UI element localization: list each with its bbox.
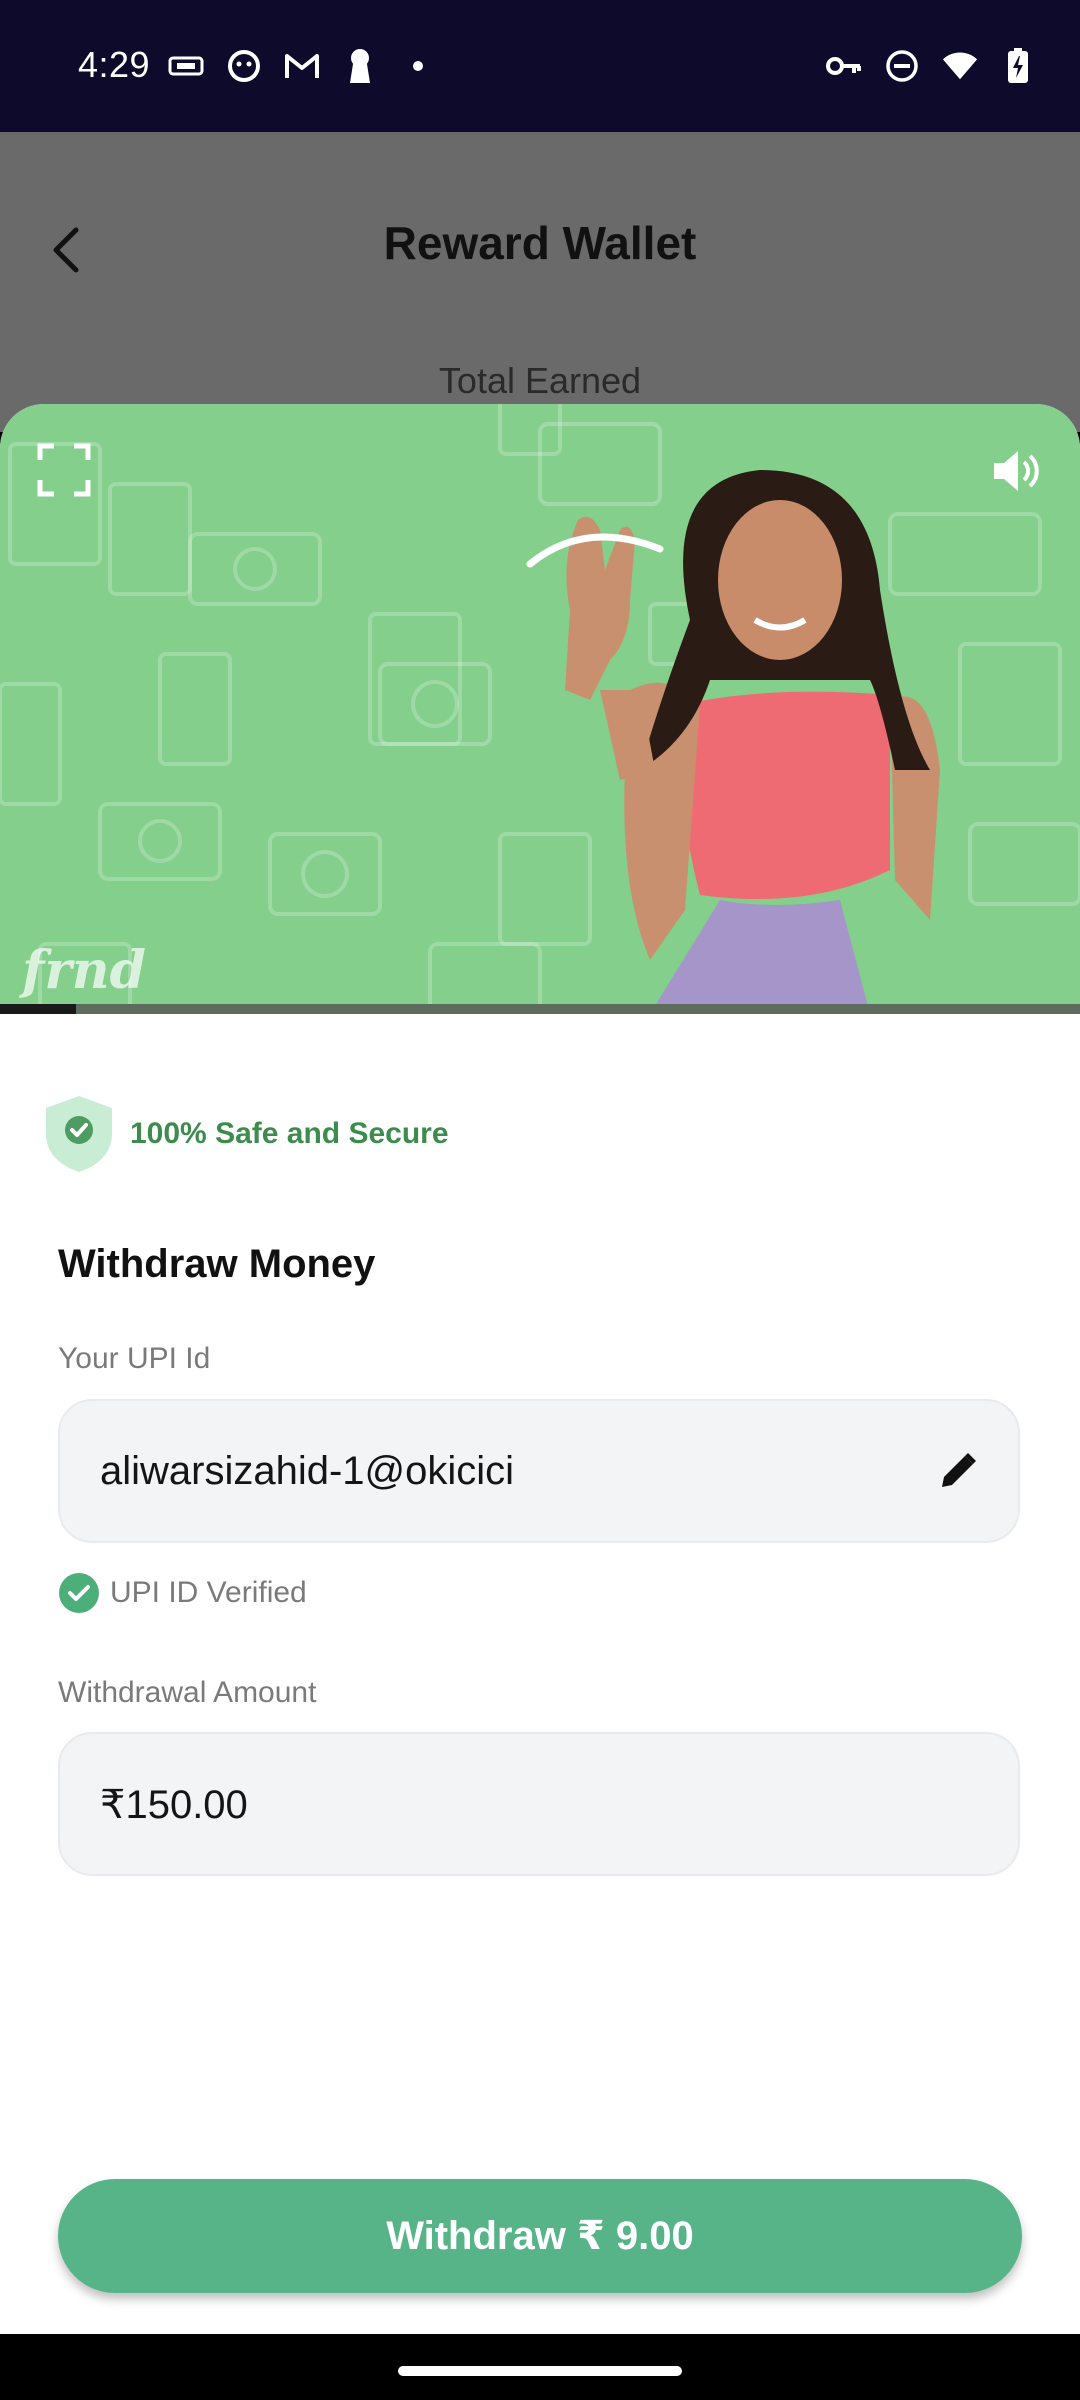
verified-check-icon — [59, 1573, 99, 1613]
status-icons-right — [826, 48, 1036, 84]
safe-secure-badge: 100% Safe and Secure — [44, 1094, 449, 1174]
upi-id-value: aliwarsizahid-1@okicici — [100, 1449, 515, 1493]
withdrawal-amount-label: Withdrawal Amount — [58, 1676, 317, 1709]
status-bar: 4:29 — [0, 0, 1080, 132]
upi-verified-label: UPI ID Verified — [110, 1576, 307, 1609]
withdraw-button[interactable]: Withdraw ₹ 9.00 — [58, 2179, 1022, 2293]
total-earned-label: Total Earned — [438, 360, 642, 401]
withdraw-sheet: frnd 100% Safe and Secure Withdraw Money… — [0, 404, 1080, 2334]
video-progress-fill — [0, 1004, 76, 1014]
home-indicator[interactable] — [398, 2366, 682, 2376]
navigation-bar — [0, 2334, 1080, 2400]
video-progress-bar[interactable] — [0, 1004, 1080, 1014]
shield-check-icon — [46, 1096, 112, 1172]
promo-video[interactable]: frnd — [0, 404, 1080, 1014]
edit-pencil-icon[interactable] — [938, 1451, 978, 1491]
vpn-key-icon — [826, 48, 862, 84]
volume-icon[interactable] — [992, 448, 1044, 494]
withdrawal-amount-field[interactable]: ₹150.00 — [58, 1732, 1020, 1876]
dot-icon — [400, 48, 436, 84]
notification-app-icon — [226, 48, 262, 84]
status-icons-left — [168, 48, 436, 84]
battery-charging-icon — [1000, 48, 1036, 84]
tag-icon — [168, 48, 204, 84]
page-title: Reward Wallet — [383, 217, 697, 269]
background-page: Reward Wallet Total Earned — [0, 132, 1080, 432]
swoosh-graphic — [526, 533, 664, 568]
fullscreen-icon[interactable] — [36, 442, 92, 498]
gmail-icon — [284, 48, 320, 84]
upi-id-field[interactable]: aliwarsizahid-1@okicici — [58, 1399, 1020, 1543]
brand-logo: frnd — [22, 940, 146, 1001]
status-time: 4:29 — [78, 44, 151, 85]
dnd-icon — [884, 48, 920, 84]
keyhole-icon — [342, 48, 378, 84]
upi-id-label: Your UPI Id — [58, 1342, 211, 1375]
safe-secure-label: 100% Safe and Secure — [130, 1117, 449, 1150]
upi-verified-status: UPI ID Verified — [58, 1572, 307, 1614]
withdraw-money-title: Withdraw Money — [58, 1242, 376, 1286]
wifi-icon — [942, 48, 978, 84]
withdrawal-amount-value: ₹150.00 — [100, 1783, 248, 1827]
